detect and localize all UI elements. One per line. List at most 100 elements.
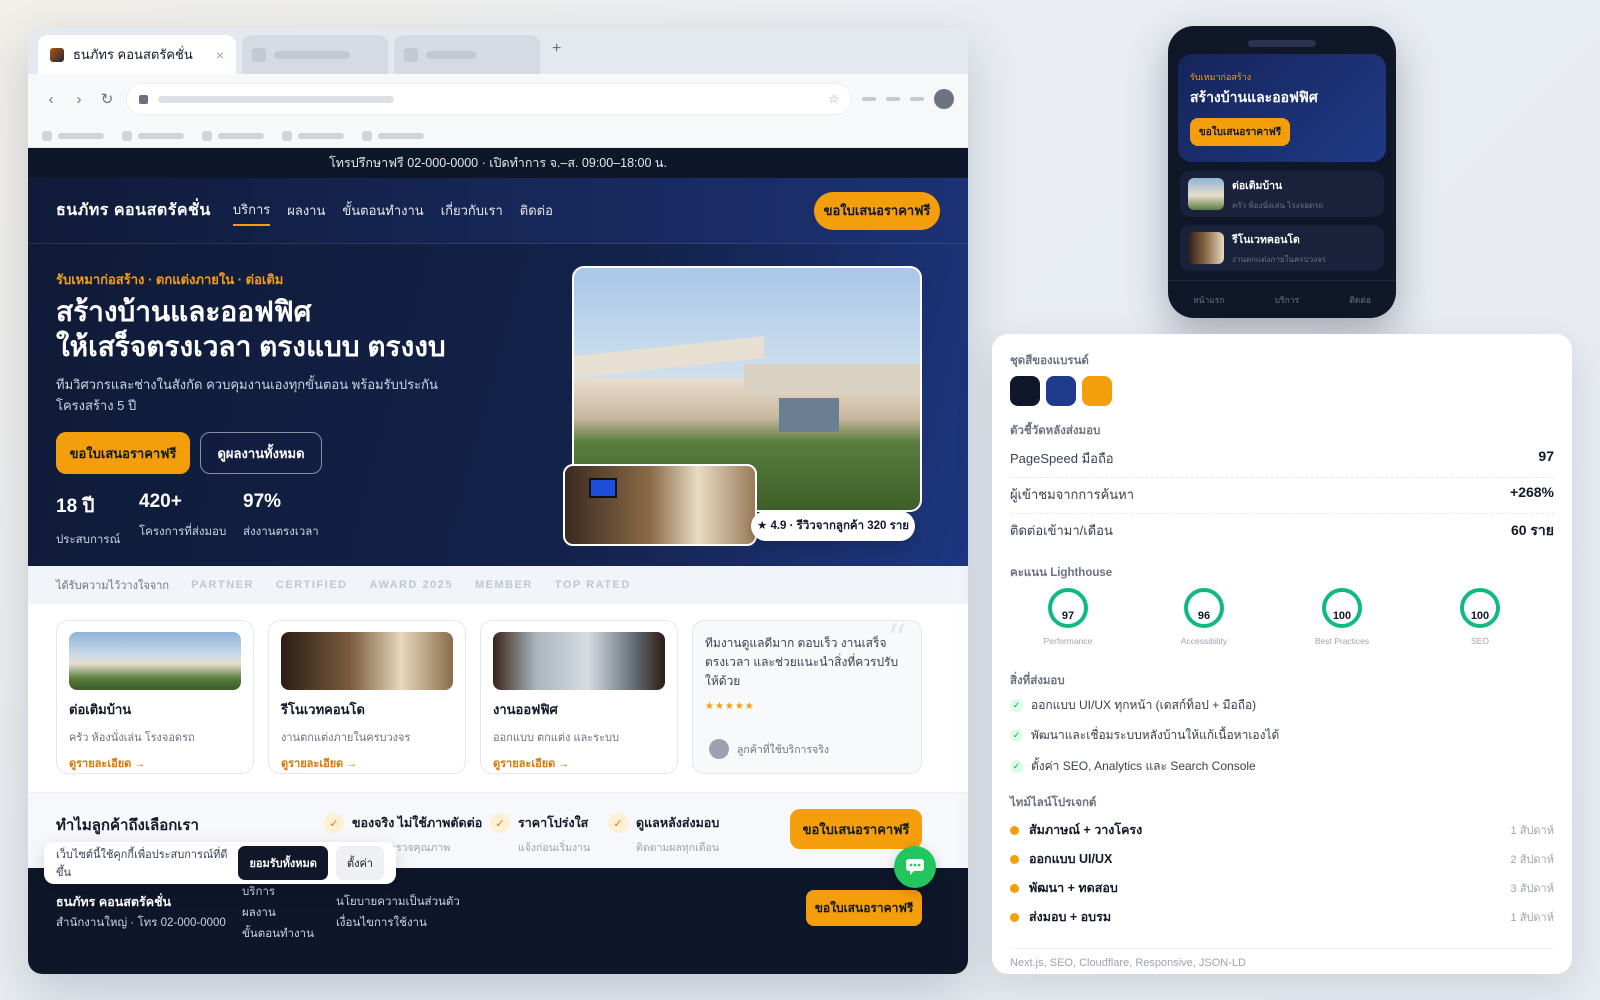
why-title: ทำไมลูกค้าถึงเลือกเรา	[56, 817, 199, 834]
nav-quote-button[interactable]: ขอใบเสนอราคาฟรี	[814, 191, 940, 230]
service-more-link[interactable]: ดูรายละเอียด →	[281, 754, 453, 772]
mobile-card-desc: งานตกแต่งภายในครบวงจร	[1232, 254, 1327, 264]
bookmark-item[interactable]	[362, 130, 424, 141]
service-desc: ครัว ห้องนั่งเล่น โรงจอดรถ	[69, 732, 195, 744]
mobile-service-card[interactable]: รีโนเวทคอนโด งานตกแต่งภายในครบวงจร	[1180, 225, 1384, 271]
back-icon[interactable]: ‹	[42, 91, 60, 108]
footer-link[interactable]: บริการ	[242, 882, 314, 903]
tab-title: ธนภัทร คอนสตรัคชั่น	[73, 47, 193, 62]
lighthouse-accessibility: 96 Accessibility	[1164, 588, 1244, 646]
extension-icon[interactable]	[910, 97, 924, 101]
timeline-duration: 1 สัปดาห์	[1510, 912, 1554, 924]
mobile-hero: รับเหมาก่อสร้าง สร้างบ้านและออฟฟิศ ขอใบเ…	[1178, 54, 1386, 162]
why-point-title: ดูแลหลังส่งมอบ	[636, 816, 720, 830]
trust-label: ได้รับความไว้วางใจจาก	[56, 580, 170, 592]
metric-row: ผู้เข้าชมจากการค้นหา +268%	[1010, 484, 1554, 514]
service-card[interactable]: รีโนเวทคอนโด งานตกแต่งภายในครบวงจร ดูราย…	[268, 620, 466, 774]
footer-link[interactable]: ขั้นตอนทำงาน	[242, 924, 314, 945]
footer-link[interactable]: นโยบายความเป็นส่วนตัว	[336, 892, 460, 913]
partner-logo: TOP RATED	[554, 579, 631, 591]
score-name: Best Practices	[1314, 636, 1370, 646]
bookmark-item[interactable]	[122, 130, 184, 141]
why-quote-button[interactable]: ขอใบเสนอราคาฟรี	[790, 809, 922, 849]
mobile-card-title: ต่อเติมบ้าน	[1232, 179, 1283, 192]
mobile-kicker: รับเหมาก่อสร้าง	[1190, 72, 1252, 82]
bookmark-item[interactable]	[42, 130, 104, 141]
service-more-link[interactable]: ดูรายละเอียด →	[493, 754, 665, 772]
browser-tab-placeholder[interactable]	[394, 35, 540, 74]
reload-icon[interactable]: ↻	[98, 90, 116, 108]
metric-row: PageSpeed มือถือ 97	[1010, 448, 1554, 478]
site-logo[interactable]: ธนภัทร คอนสตรัคชั่น	[56, 198, 211, 223]
tab-close-icon[interactable]: ×	[216, 47, 224, 63]
hero-quote-button[interactable]: ขอใบเสนอราคาฟรี	[56, 432, 190, 474]
browser-tab-active[interactable]: ธนภัทร คอนสตรัคชั่น ×	[38, 35, 236, 74]
metric-label: PageSpeed มือถือ	[1010, 451, 1114, 466]
mobile-tab-home[interactable]: หน้าแรก	[1193, 293, 1224, 307]
service-more-link[interactable]: ดูรายละเอียด →	[69, 754, 241, 772]
profile-avatar[interactable]	[934, 89, 954, 109]
nav-portfolio[interactable]: ผลงาน	[287, 196, 325, 225]
service-desc: ออกแบบ ตกแต่ง และระบบ	[493, 732, 619, 744]
url-bar[interactable]: ☆	[126, 83, 852, 115]
testimonial-author: ลูกค้าที่ใช้บริการจริง	[709, 739, 829, 759]
service-title: รีโนเวทคอนโด	[281, 702, 365, 717]
mobile-tab-contact[interactable]: ติดต่อ	[1349, 293, 1371, 307]
chat-icon[interactable]	[894, 846, 936, 888]
footer-quote-button[interactable]: ขอใบเสนอราคาฟรี	[806, 890, 922, 926]
nav-process[interactable]: ขั้นตอนทำงาน	[342, 196, 423, 225]
rating-badge: ★ 4.9 · รีวิวจากลูกค้า 320 ราย	[751, 511, 915, 541]
metric-row: ติดต่อเข้ามา/เดือน 60 ราย	[1010, 520, 1554, 550]
bookmark-star-icon[interactable]: ☆	[828, 92, 839, 106]
partner-logo: MEMBER	[474, 579, 533, 591]
service-card[interactable]: ต่อเติมบ้าน ครัว ห้องนั่งเล่น โรงจอดรถ ด…	[56, 620, 254, 774]
why-point: ✓ ราคาโปร่งใส แจ้งก่อนเริ่มงาน	[490, 813, 590, 856]
why-point-desc: ติดตามผลทุกเดือน	[636, 842, 720, 854]
extension-icon[interactable]	[862, 97, 876, 101]
hero-title-line: สร้างบ้านและออฟฟิศ	[56, 296, 312, 327]
score-name: Accessibility	[1180, 636, 1228, 646]
footer-brand: ธนภัทร คอนสตรัคชั่น	[56, 895, 172, 909]
forward-icon[interactable]: ›	[70, 91, 88, 108]
why-point-title: ราคาโปร่งใส	[518, 816, 589, 830]
timeline-step: พัฒนา + ทดสอบ	[1029, 881, 1118, 895]
footer-link[interactable]: เงื่อนไขการใช้งาน	[336, 913, 460, 934]
timeline-dot	[1010, 826, 1019, 836]
metric-label: ติดต่อเข้ามา/เดือน	[1010, 523, 1113, 538]
tech-stack: Next.js, SEO, Cloudflare, Responsive, JS…	[1010, 948, 1554, 969]
why-point-desc: แจ้งก่อนเริ่มงาน	[518, 842, 591, 854]
nav-contact[interactable]: ติดต่อ	[520, 196, 553, 225]
mobile-tab-services[interactable]: บริการ	[1275, 293, 1299, 307]
extension-icon[interactable]	[886, 97, 900, 101]
cookie-accept-button[interactable]: ยอมรับทั้งหมด	[238, 846, 328, 880]
score-name: SEO	[1471, 636, 1489, 646]
service-card[interactable]: งานออฟฟิศ ออกแบบ ตกแต่ง และระบบ ดูรายละเ…	[480, 620, 678, 774]
check-icon: ✓	[1010, 760, 1023, 773]
footer-link[interactable]: ผลงาน	[242, 903, 314, 924]
hero-section: ธนภัทร คอนสตรัคชั่น บริการ ผลงาน ขั้นตอน…	[28, 178, 968, 566]
testimonial-stars: ★★★★★	[705, 701, 755, 712]
cookie-settings-button[interactable]: ตั้งค่า	[335, 846, 384, 880]
hero-portfolio-button[interactable]: ดูผลงานทั้งหมด	[200, 432, 322, 474]
footer-links: บริการ ผลงาน ขั้นตอนทำงาน	[242, 882, 314, 945]
check-icon: ✓	[1010, 699, 1023, 712]
browser-tab-placeholder[interactable]	[242, 35, 388, 74]
author-label: ลูกค้าที่ใช้บริการจริง	[737, 743, 830, 756]
hero-lead: ทีมวิศวกรและช่างในสังกัด ควบคุมงานเองทุก…	[56, 377, 438, 413]
bookmark-item[interactable]	[282, 130, 344, 141]
timeline-dot	[1010, 855, 1019, 865]
site-nav: ธนภัทร คอนสตรัคชั่น บริการ ผลงาน ขั้นตอน…	[28, 178, 968, 244]
mobile-quote-button[interactable]: ขอใบเสนอราคาฟรี	[1190, 118, 1290, 146]
mobile-service-card[interactable]: ต่อเติมบ้าน ครัว ห้องนั่งเล่น โรงจอดรถ	[1180, 171, 1384, 217]
score-ring: 97	[1048, 588, 1088, 628]
timeline-dot	[1010, 884, 1019, 894]
testimonial-card: “ ทีมงานดูแลดีมาก ตอบเร็ว งานเสร็จตรงเวล…	[692, 617, 922, 774]
bookmark-item[interactable]	[202, 130, 264, 141]
service-photo	[281, 632, 453, 690]
score-ring: 100	[1460, 588, 1500, 628]
timeline-row: สัมภาษณ์ + วางโครง 1 สัปดาห์	[1010, 820, 1554, 840]
new-tab-button[interactable]: +	[552, 40, 561, 58]
deliverable-text: ตั้งค่า SEO, Analytics และ Search Consol…	[1031, 759, 1256, 773]
nav-services[interactable]: บริการ	[232, 195, 271, 226]
nav-about[interactable]: เกี่ยวกับเรา	[441, 196, 503, 225]
